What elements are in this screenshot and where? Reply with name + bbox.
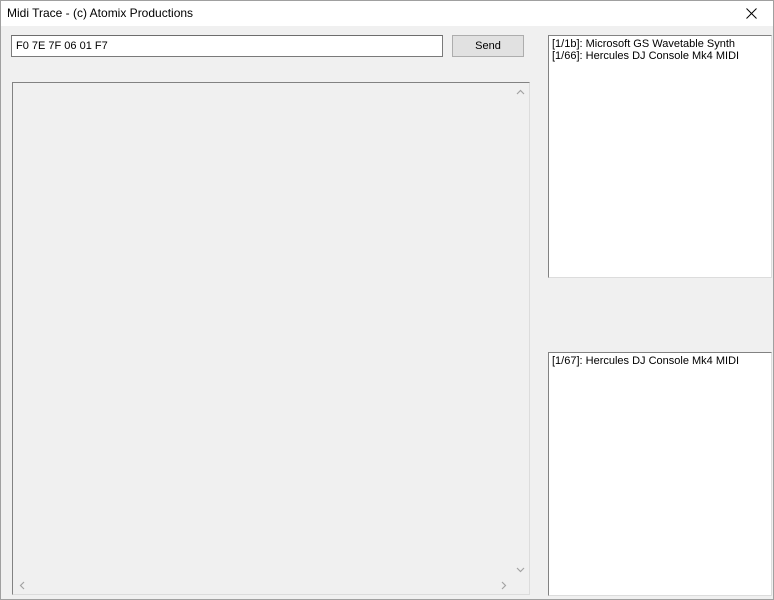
midi-trace-log[interactable] [12, 82, 530, 595]
scroll-right-button[interactable] [495, 577, 512, 594]
chevron-up-icon [516, 89, 525, 95]
scroll-corner [512, 577, 529, 594]
list-item[interactable]: [1/67]: Hercules DJ Console Mk4 MIDI [552, 355, 768, 367]
list-item[interactable]: [1/1b]: Microsoft GS Wavetable Synth [552, 38, 768, 50]
chevron-down-icon [516, 567, 525, 573]
close-icon [745, 8, 757, 19]
midi-trace-window: Midi Trace - (c) Atomix Productions Send [0, 0, 774, 600]
scroll-left-button[interactable] [13, 577, 30, 594]
vertical-scrollbar[interactable] [512, 83, 529, 578]
input-devices-list[interactable]: [1/1b]: Microsoft GS Wavetable Synth [1/… [548, 35, 772, 278]
close-button[interactable] [729, 1, 773, 26]
output-devices-list[interactable]: [1/67]: Hercules DJ Console Mk4 MIDI [548, 352, 772, 596]
title-bar[interactable]: Midi Trace - (c) Atomix Productions [1, 1, 773, 26]
chevron-left-icon [19, 581, 25, 590]
scroll-up-button[interactable] [512, 83, 529, 100]
midi-command-input[interactable] [11, 35, 443, 57]
send-button[interactable]: Send [452, 35, 524, 57]
window-title: Midi Trace - (c) Atomix Productions [7, 6, 194, 20]
chevron-right-icon [501, 581, 507, 590]
horizontal-scrollbar[interactable] [13, 577, 512, 594]
list-item[interactable]: [1/66]: Hercules DJ Console Mk4 MIDI [552, 50, 768, 62]
scroll-down-button[interactable] [512, 561, 529, 578]
